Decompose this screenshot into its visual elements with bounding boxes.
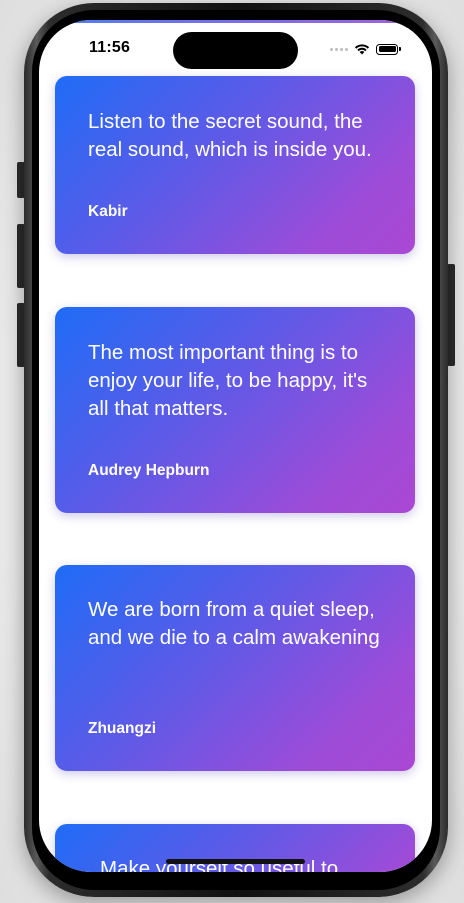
quote-author: Kabir <box>88 203 128 220</box>
dynamic-island <box>173 32 298 69</box>
app-screen: 11:56 Listen to the secret sound, the re… <box>39 20 432 872</box>
quote-text: We are born from a quiet sleep, and we d… <box>88 598 380 649</box>
cellular-signal-icon <box>330 47 348 51</box>
battery-icon <box>376 43 401 55</box>
device-stage: 11:56 Listen to the secret sound, the re… <box>0 0 464 903</box>
power-button <box>447 264 455 366</box>
quote-card[interactable]: Make yourself so useful to <box>55 824 415 872</box>
quote-text: The most important thing is to enjoy you… <box>88 341 368 420</box>
status-time: 11:56 <box>89 39 131 56</box>
quote-card[interactable]: Listen to the secret sound, the real sou… <box>55 76 415 254</box>
status-indicators <box>330 43 401 55</box>
top-card-edge <box>39 20 432 23</box>
quote-card[interactable]: We are born from a quiet sleep, and we d… <box>55 565 415 771</box>
quote-card[interactable]: The most important thing is to enjoy you… <box>55 307 415 513</box>
quote-text: Listen to the secret sound, the real sou… <box>88 110 372 161</box>
home-indicator[interactable] <box>166 859 305 864</box>
quote-author: Audrey Hepburn <box>88 462 210 479</box>
quote-author: Zhuangzi <box>88 720 157 737</box>
wifi-icon <box>354 44 370 55</box>
